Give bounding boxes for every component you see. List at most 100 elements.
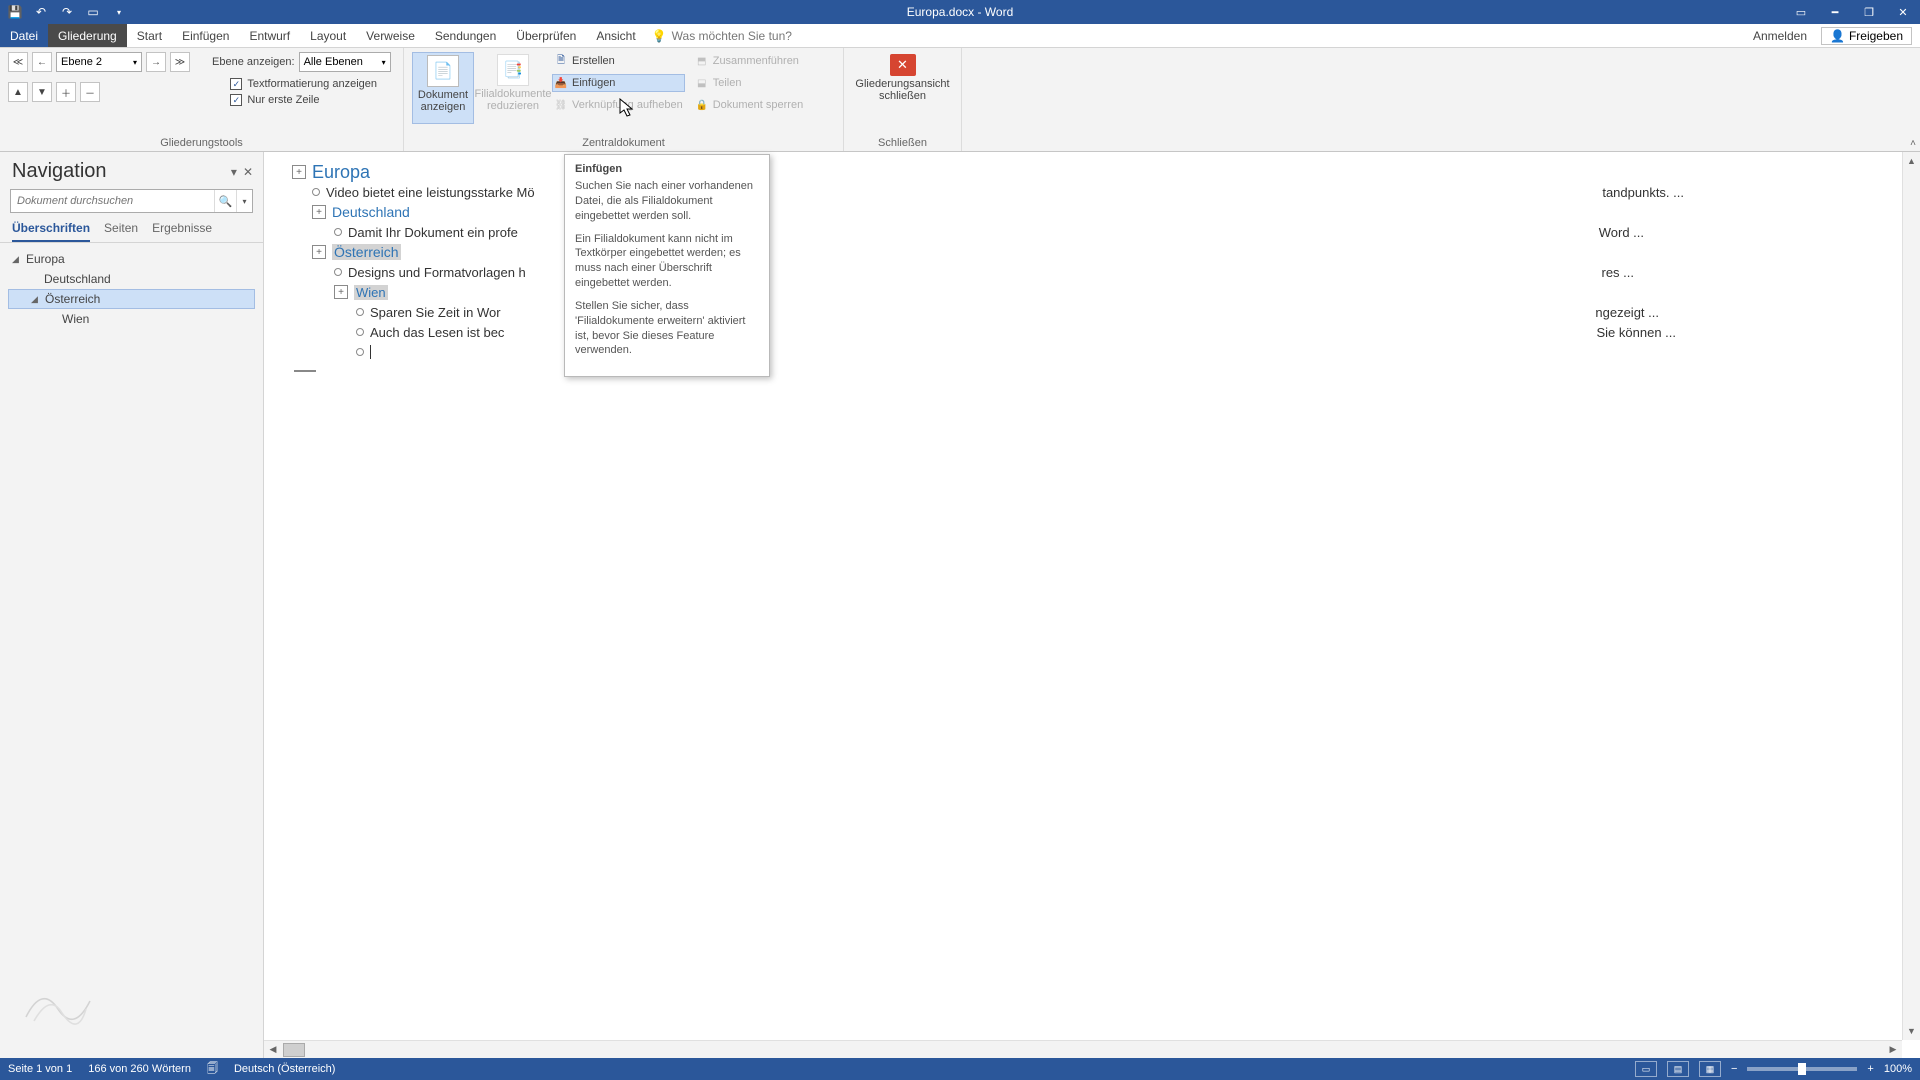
tab-references[interactable]: Verweise (356, 24, 425, 47)
minimize-icon[interactable]: ━ (1818, 0, 1852, 24)
body-text[interactable]: Designs und Formatvorlagen h (348, 265, 526, 280)
close-red-icon: ✕ (890, 54, 916, 76)
close-icon[interactable]: ✕ (1886, 0, 1920, 24)
save-icon[interactable]: 💾 (6, 3, 24, 21)
tab-outline[interactable]: Gliederung (48, 24, 127, 47)
vertical-scrollbar[interactable]: ▲ ▼ (1902, 152, 1920, 1040)
heading-2-selected[interactable]: Österreich (332, 244, 401, 260)
body-bullet (356, 308, 364, 316)
demote-button[interactable]: → (146, 52, 166, 72)
document-area: + Europa Video bietet eine leistungsstark… (264, 152, 1920, 1058)
show-level-value: Alle Ebenen (304, 56, 363, 68)
unlink-button[interactable]: ⛓Verknüpfung aufheben (552, 96, 685, 114)
status-bar: Seite 1 von 1 166 von 260 Wörtern 🗐 Deut… (0, 1058, 1920, 1080)
nav-close-icon[interactable]: ✕ (243, 165, 253, 179)
scroll-thumb[interactable] (283, 1043, 305, 1057)
chk-show-formatting[interactable]: ✓Textformatierung anzeigen (230, 78, 377, 90)
outline-level-select[interactable]: Ebene 2 ▾ (56, 52, 142, 72)
signin-link[interactable]: Anmelden (1753, 29, 1807, 43)
share-button[interactable]: 👤 Freigeben (1821, 27, 1912, 45)
demote-body-button[interactable]: ≫ (170, 52, 190, 72)
body-text[interactable]: Auch das Lesen ist bec (370, 325, 504, 340)
promote-top-button[interactable]: ≪ (8, 52, 28, 72)
touchmode-icon[interactable]: ▭ (84, 3, 102, 21)
insert-doc-icon: 📥 (554, 76, 568, 90)
chevron-down-icon: ▾ (382, 58, 386, 67)
heading-3[interactable]: Wien (354, 285, 388, 300)
move-up-button[interactable]: ▲ (8, 82, 28, 102)
promote-button[interactable]: ← (32, 52, 52, 72)
maximize-icon[interactable]: ❐ (1852, 0, 1886, 24)
tab-file[interactable]: Datei (0, 24, 48, 47)
tab-review[interactable]: Überprüfen (506, 24, 586, 47)
scroll-down-icon[interactable]: ▼ (1903, 1022, 1920, 1040)
scroll-left-icon[interactable]: ◀ (264, 1044, 282, 1055)
expand-icon[interactable]: + (334, 285, 348, 299)
zoom-out-icon[interactable]: − (1731, 1063, 1737, 1075)
search-icon[interactable]: 🔍 (214, 190, 236, 212)
proofing-icon[interactable]: 🗐 (207, 1060, 218, 1079)
zoom-slider[interactable] (1747, 1067, 1857, 1071)
view-read-icon[interactable]: ▭ (1635, 1061, 1657, 1077)
redo-icon[interactable]: ↷ (58, 3, 76, 21)
show-level-select[interactable]: Alle Ebenen ▾ (299, 52, 391, 72)
split-button[interactable]: ⬓Teilen (693, 74, 806, 92)
search-input[interactable] (11, 190, 214, 212)
tree-item-deutschland[interactable]: Deutschland (8, 269, 255, 289)
merge-button[interactable]: ⬒Zusammenführen (693, 52, 806, 70)
scroll-right-icon[interactable]: ▶ (1884, 1044, 1902, 1055)
tab-mailings[interactable]: Sendungen (425, 24, 506, 47)
zoom-in-icon[interactable]: + (1867, 1063, 1873, 1075)
nav-dropdown-icon[interactable]: ▾ (231, 165, 237, 179)
expand-icon[interactable]: + (292, 165, 306, 179)
tab-start[interactable]: Start (127, 24, 172, 47)
view-web-icon[interactable]: ▦ (1699, 1061, 1721, 1077)
status-wordcount[interactable]: 166 von 260 Wörtern (88, 1063, 191, 1075)
tab-insert[interactable]: Einfügen (172, 24, 239, 47)
collapse-ribbon-icon[interactable]: ˄ (1910, 138, 1916, 149)
heading-1[interactable]: Europa (312, 162, 370, 183)
outline-view[interactable]: + Europa Video bietet eine leistungsstark… (264, 152, 1920, 372)
view-print-icon[interactable]: ▤ (1667, 1061, 1689, 1077)
nav-tab-headings[interactable]: Überschriften (12, 221, 90, 242)
chk-first-line-only[interactable]: ✓Nur erste Zeile (230, 94, 377, 106)
horizontal-scrollbar[interactable]: ◀ ▶ (264, 1040, 1902, 1058)
body-text[interactable]: Damit Ihr Dokument ein profe (348, 225, 518, 240)
create-subdoc-button[interactable]: 🗎Erstellen (552, 52, 685, 70)
nav-tab-pages[interactable]: Seiten (104, 221, 138, 242)
qat-dropdown-icon[interactable]: ▾ (110, 3, 128, 21)
tooltip-insert: Einfügen Suchen Sie nach einer vorhanden… (564, 154, 770, 377)
body-bullet (356, 348, 364, 356)
body-text[interactable]: Video bietet eine leistungsstarke Mö (326, 185, 535, 200)
body-text[interactable]: Sparen Sie Zeit in Wor (370, 305, 501, 320)
nav-search[interactable]: 🔍 ▾ (10, 189, 253, 213)
status-language[interactable]: Deutsch (Österreich) (234, 1063, 335, 1075)
nav-tab-results[interactable]: Ergebnisse (152, 221, 212, 242)
expand-icon[interactable]: + (312, 205, 326, 219)
search-dropdown-icon[interactable]: ▾ (236, 190, 252, 212)
undo-icon[interactable]: ↶ (32, 3, 50, 21)
zoom-value[interactable]: 100% (1884, 1063, 1912, 1075)
tab-layout[interactable]: Layout (300, 24, 356, 47)
ribbon-options-icon[interactable]: ▭ (1784, 0, 1818, 24)
show-document-button[interactable]: 📄 Dokument anzeigen (412, 52, 474, 124)
tab-design[interactable]: Entwurf (239, 24, 300, 47)
status-page[interactable]: Seite 1 von 1 (8, 1063, 72, 1075)
tree-item-oesterreich[interactable]: ◢Österreich (8, 289, 255, 309)
scroll-up-icon[interactable]: ▲ (1903, 152, 1920, 170)
tab-view[interactable]: Ansicht (586, 24, 645, 47)
lock-doc-button[interactable]: 🔒Dokument sperren (693, 96, 806, 114)
tree-item-europa[interactable]: ◢Europa (8, 249, 255, 269)
insert-subdoc-button[interactable]: 📥Einfügen (552, 74, 685, 92)
text-cursor (370, 345, 371, 359)
collapse-button[interactable]: － (80, 82, 100, 102)
close-outline-button[interactable]: ✕ Gliederungsansicht schließen (853, 52, 953, 124)
nav-title: Navigation (12, 160, 107, 183)
heading-2[interactable]: Deutschland (332, 204, 410, 220)
tell-me[interactable]: 💡 Was möchten Sie tun? (652, 24, 792, 47)
collapse-subdocs-button[interactable]: 📑 Filialdokumente reduzieren (482, 52, 544, 124)
expand-button[interactable]: ＋ (56, 82, 76, 102)
expand-icon[interactable]: + (312, 245, 326, 259)
tree-item-wien[interactable]: Wien (8, 309, 255, 329)
move-down-button[interactable]: ▼ (32, 82, 52, 102)
